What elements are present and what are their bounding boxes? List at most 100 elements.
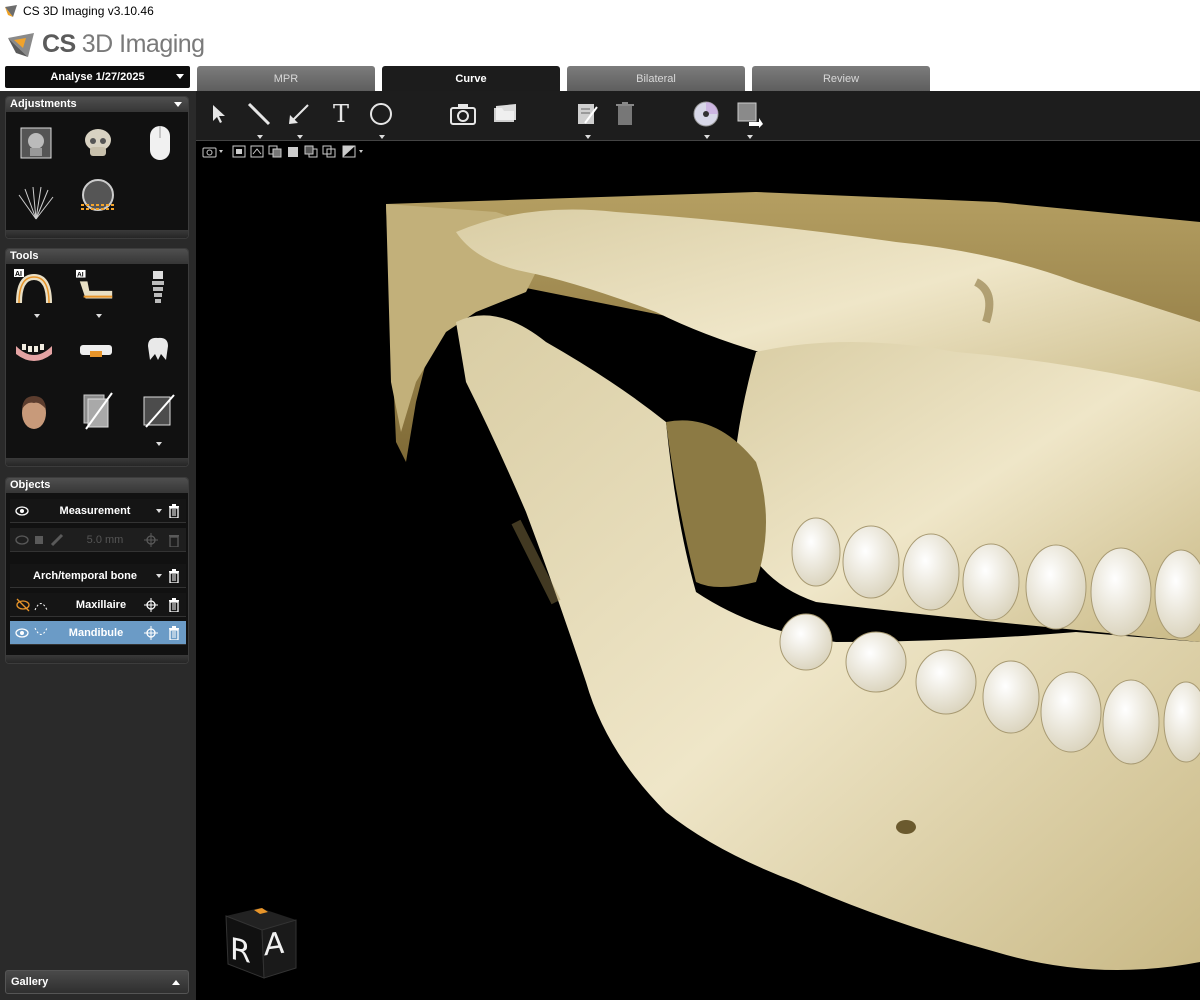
chevron-down-icon[interactable]	[34, 314, 40, 318]
chevron-down-icon[interactable]	[297, 135, 303, 139]
pointer-tool-button[interactable]	[204, 99, 234, 129]
camera-icon[interactable]	[202, 145, 224, 158]
layer-solid-icon[interactable]	[286, 145, 300, 158]
fit-view-icon[interactable]	[232, 145, 246, 158]
orientation-cube[interactable]: R A	[218, 906, 298, 981]
cd-icon	[693, 101, 719, 127]
chevron-down-icon[interactable]	[257, 135, 263, 139]
objects-panel: Objects Measurement 5.0 mm Arch/temporal…	[5, 477, 189, 664]
viewer-area: T R A	[196, 91, 1200, 1000]
tab-review[interactable]: Review	[752, 66, 930, 91]
arch-label: Arch/temporal bone	[33, 570, 137, 582]
gum-model-icon[interactable]	[14, 331, 54, 371]
app-icon	[5, 5, 17, 17]
chevron-up-icon[interactable]	[172, 980, 180, 985]
chevron-down-icon[interactable]	[156, 509, 162, 513]
line-tool-button[interactable]	[244, 99, 274, 139]
title-bar: CS 3D Imaging v3.10.46	[0, 0, 1200, 22]
chevron-down-icon[interactable]	[156, 574, 162, 578]
locate-icon[interactable]	[144, 626, 158, 640]
ray-projection-icon[interactable]	[16, 183, 56, 223]
gallery-bar[interactable]: Gallery	[5, 970, 189, 994]
ai-arch-icon[interactable]: AI	[14, 269, 54, 309]
chevron-down-icon	[176, 74, 184, 79]
trash-icon[interactable]	[168, 569, 180, 583]
skull-render-icon[interactable]	[78, 123, 118, 163]
study-selector[interactable]: Analyse 1/27/2025	[5, 66, 190, 88]
adjustments-title: Adjustments	[10, 98, 77, 110]
tab-bilateral[interactable]: Bilateral	[567, 66, 745, 91]
reset-view-icon[interactable]	[250, 145, 264, 158]
color-swatch-icon[interactable]	[34, 535, 44, 545]
mandibule-row[interactable]: Mandibule	[10, 621, 186, 645]
tab-curve[interactable]: Curve	[382, 66, 560, 91]
eye-off-icon[interactable]	[15, 535, 29, 545]
arrow-tool-button[interactable]	[284, 99, 314, 139]
text-tool-button[interactable]: T	[326, 99, 356, 129]
implant-icon[interactable]	[138, 269, 178, 309]
maxillaire-label: Maxillaire	[75, 599, 127, 611]
arch-group-row[interactable]: Arch/temporal bone	[10, 564, 186, 588]
tools-panel: Tools AI AI	[5, 248, 189, 467]
mandibule-label: Mandibule	[68, 627, 124, 639]
ai-mandible-icon[interactable]: AI	[76, 269, 116, 309]
screenshot-button[interactable]	[448, 99, 478, 129]
tab-mpr[interactable]: MPR	[197, 66, 375, 91]
tab-label: MPR	[273, 72, 299, 85]
eye-icon[interactable]	[15, 505, 29, 517]
burn-cd-button[interactable]	[691, 99, 721, 139]
volume-render-view[interactable]	[196, 162, 1200, 1000]
chevron-down-icon[interactable]	[156, 442, 162, 446]
locate-icon[interactable]	[144, 598, 158, 612]
chevron-down-icon[interactable]	[379, 135, 385, 139]
surgical-guide-icon[interactable]	[76, 331, 116, 371]
crown-icon[interactable]	[138, 329, 178, 369]
trash-icon[interactable]	[168, 504, 180, 518]
brand-name: 3D Imaging	[81, 29, 205, 58]
orientation-label-r: R	[230, 932, 251, 971]
text-icon: T	[332, 100, 349, 128]
adjustments-header[interactable]: Adjustments	[6, 97, 188, 112]
panel-footer	[6, 458, 188, 466]
export-button[interactable]	[734, 99, 764, 139]
open-folder-button[interactable]	[490, 99, 520, 129]
image-annotate-icon[interactable]	[138, 391, 178, 431]
jaw-3d-render	[386, 192, 1200, 970]
skull-section-icon[interactable]	[78, 177, 118, 217]
export-icon	[737, 102, 763, 128]
render-mode-icon[interactable]	[342, 145, 366, 158]
slices-icon[interactable]	[76, 391, 116, 431]
viewer-toolbar: T	[196, 91, 1200, 141]
camera-icon	[450, 104, 476, 125]
chevron-down-icon[interactable]	[747, 135, 753, 139]
curve-icon	[34, 603, 48, 611]
layer-outline-icon[interactable]	[322, 145, 336, 158]
measurement-item-row[interactable]: 5.0 mm	[10, 528, 186, 552]
trash-icon[interactable]	[168, 533, 180, 547]
tools-title: Tools	[10, 250, 39, 262]
maxillaire-row[interactable]: Maxillaire	[10, 593, 186, 617]
layer-front-icon[interactable]	[304, 145, 318, 158]
chevron-down-icon[interactable]	[585, 135, 591, 139]
tab-strip: Analyse 1/27/2025 MPR Curve Bilateral Re…	[0, 66, 1200, 91]
circle-tool-button[interactable]	[366, 99, 396, 139]
cs-logo-icon	[8, 33, 34, 57]
chevron-down-icon	[174, 102, 182, 107]
face-photo-icon[interactable]	[14, 393, 54, 433]
folder-icon	[494, 104, 516, 122]
chevron-down-icon[interactable]	[96, 314, 102, 318]
delete-button[interactable]	[610, 99, 640, 129]
trash-icon[interactable]	[168, 626, 180, 640]
mouse-icon[interactable]	[140, 123, 180, 163]
report-button[interactable]	[572, 99, 602, 139]
svg-text:AI: AI	[15, 271, 22, 278]
contrast-adjust-icon[interactable]	[16, 123, 56, 163]
locate-icon[interactable]	[144, 533, 158, 547]
trash-icon[interactable]	[168, 598, 180, 612]
measurement-value: 5.0 mm	[86, 534, 124, 546]
eye-icon[interactable]	[15, 627, 29, 639]
measurement-group-row[interactable]: Measurement	[10, 499, 186, 523]
eye-hidden-icon[interactable]	[15, 598, 31, 612]
chevron-down-icon[interactable]	[704, 135, 710, 139]
layer-back-icon[interactable]	[268, 145, 282, 158]
